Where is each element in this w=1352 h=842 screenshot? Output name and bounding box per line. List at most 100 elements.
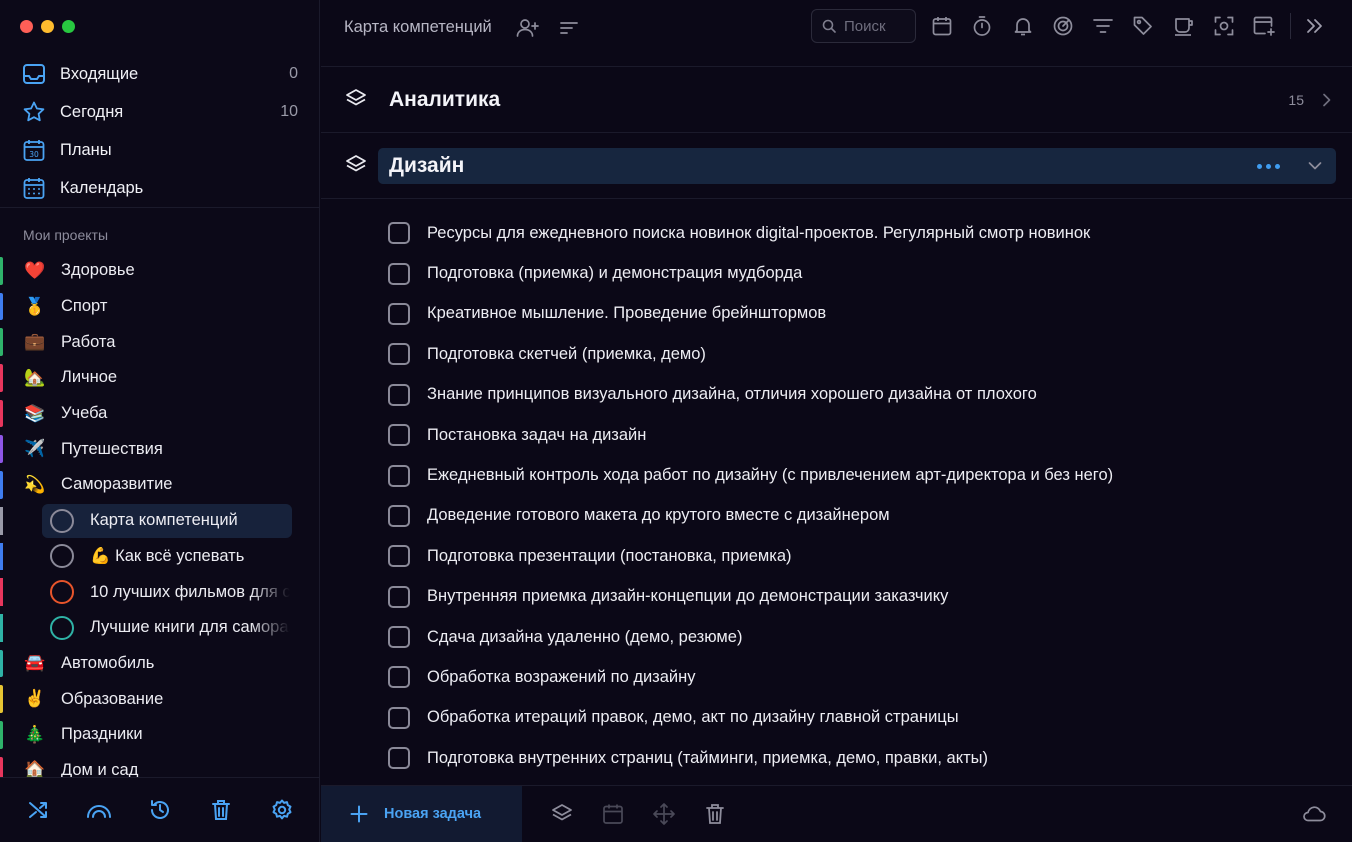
task-checkbox[interactable] [388, 343, 410, 366]
double-chevron-right-icon[interactable] [1302, 14, 1326, 38]
radar-icon[interactable] [1051, 14, 1075, 38]
task-checkbox[interactable] [388, 383, 410, 406]
progress-ring-icon [50, 615, 74, 640]
timer-icon[interactable] [970, 14, 994, 38]
nav-item-plans[interactable]: 30 Планы [0, 131, 320, 169]
history-icon[interactable] [147, 797, 173, 823]
task-checkbox[interactable] [388, 302, 410, 325]
project-item[interactable]: 🥇 Спорт [0, 289, 320, 325]
task-row[interactable]: Креативное мышление. Проведение брейншто… [321, 294, 1352, 334]
coffee-cup-icon[interactable] [1172, 14, 1196, 38]
task-checkbox[interactable] [388, 626, 410, 649]
section-analytics[interactable]: Аналитика 15 [321, 66, 1352, 132]
task-row[interactable]: Ресурсы для ежедневного поиска новинок d… [321, 213, 1352, 253]
calendar-icon[interactable] [930, 14, 954, 38]
project-item[interactable]: 🎄 Праздники [0, 717, 320, 753]
task-title[interactable]: Ежедневный контроль хода работ по дизайн… [427, 466, 1113, 485]
page-title: Карта компетенций [344, 18, 492, 36]
subproject-item[interactable]: Лучшие книги для саморазвития [0, 610, 320, 646]
filter-icon[interactable] [1091, 14, 1115, 38]
subproject-item-active[interactable]: Карта компетенций [0, 503, 320, 539]
chevron-right-icon[interactable] [1322, 93, 1332, 107]
task-title[interactable]: Внутренняя приемка дизайн-концепции до д… [427, 587, 948, 606]
search-box[interactable] [811, 9, 916, 43]
task-row[interactable]: Обработка итераций правок, демо, акт по … [321, 698, 1352, 738]
focus-scan-icon[interactable] [1212, 14, 1236, 38]
settings-gear-icon[interactable] [269, 797, 295, 823]
task-row[interactable]: Обработка возражений по дизайну [321, 657, 1352, 697]
project-item[interactable]: 💫 Саморазвитие [0, 467, 320, 503]
section-header-active[interactable]: Дизайн [378, 148, 1336, 184]
task-checkbox[interactable] [388, 222, 410, 245]
task-checkbox[interactable] [388, 706, 410, 729]
task-title[interactable]: Креативное мышление. Проведение брейншто… [427, 304, 826, 323]
add-user-icon[interactable] [516, 16, 540, 40]
project-item[interactable]: 🏠 Дом и сад [0, 753, 320, 777]
task-row[interactable]: Внутренняя приемка дизайн-концепции до д… [321, 577, 1352, 617]
task-checkbox[interactable] [388, 464, 410, 487]
trash-icon[interactable] [208, 797, 234, 823]
task-title[interactable]: Подготовка презентации (постановка, прие… [427, 547, 792, 566]
section-header[interactable]: Аналитика 15 [378, 82, 1336, 118]
nav-item-inbox[interactable]: Входящие 0 [0, 55, 320, 93]
minimize-window-button[interactable] [41, 20, 54, 33]
project-item[interactable]: 📚 Учеба [0, 396, 320, 432]
project-item[interactable]: 💼 Работа [0, 324, 320, 360]
task-title[interactable]: Сдача дизайна удаленно (демо, резюме) [427, 628, 742, 647]
task-title[interactable]: Обработка итераций правок, демо, акт по … [427, 708, 959, 727]
project-label: Спорт [61, 297, 108, 316]
more-dots-icon[interactable] [1257, 163, 1280, 169]
project-item[interactable]: ✌️ Образование [0, 681, 320, 717]
task-title[interactable]: Подготовка внутренних страниц (тайминги,… [427, 749, 988, 768]
sort-lines-icon[interactable] [557, 16, 581, 40]
task-checkbox[interactable] [388, 545, 410, 568]
task-title[interactable]: Подготовка скетчей (приемка, демо) [427, 345, 706, 364]
task-row[interactable]: Сдача дизайна удаленно (демо, резюме) [321, 617, 1352, 657]
layers-icon[interactable] [550, 802, 574, 826]
zoom-window-button[interactable] [62, 20, 75, 33]
nav-item-today[interactable]: Сегодня 10 [0, 93, 320, 131]
subproject-item[interactable]: 💪 Как всё успевать [0, 539, 320, 575]
cloud-sync-icon[interactable] [1302, 804, 1326, 822]
task-row[interactable]: Постановка задач на дизайн [321, 415, 1352, 455]
task-title[interactable]: Доведение готового макета до крутого вме… [427, 506, 890, 525]
move-arrows-icon[interactable] [652, 802, 676, 826]
shuffle-icon[interactable] [25, 797, 51, 823]
bell-icon[interactable] [1011, 14, 1035, 38]
task-row[interactable]: Ежедневный контроль хода работ по дизайн… [321, 455, 1352, 495]
tag-icon[interactable] [1131, 14, 1155, 38]
task-row[interactable]: Подготовка презентации (постановка, прие… [321, 536, 1352, 576]
task-checkbox[interactable] [388, 424, 410, 447]
task-title[interactable]: Ресурсы для ежедневного поиска новинок d… [427, 224, 1090, 243]
search-input[interactable] [844, 17, 914, 35]
section-design[interactable]: Дизайн [321, 132, 1352, 198]
task-checkbox[interactable] [388, 666, 410, 689]
task-title[interactable]: Постановка задач на дизайн [427, 426, 646, 445]
project-item[interactable]: 🏡 Личное [0, 360, 320, 396]
calendar-icon[interactable] [601, 802, 625, 826]
task-title[interactable]: Подготовка (приемка) и демонстрация мудб… [427, 264, 802, 283]
task-checkbox[interactable] [388, 504, 410, 527]
search-icon [822, 19, 836, 33]
new-task-button[interactable]: Новая задача [321, 786, 522, 842]
task-row[interactable]: Доведение готового макета до крутого вме… [321, 496, 1352, 536]
task-row[interactable]: Подготовка (приемка) и демонстрация мудб… [321, 253, 1352, 293]
task-checkbox[interactable] [388, 747, 410, 770]
project-item[interactable]: 🚘 Автомобиль [0, 646, 320, 682]
task-title[interactable]: Знание принципов визуального дизайна, от… [427, 385, 1037, 404]
trash-icon[interactable] [703, 802, 727, 826]
add-window-icon[interactable] [1252, 14, 1276, 38]
task-row[interactable]: Подготовка внутренних страниц (тайминги,… [321, 738, 1352, 778]
close-window-button[interactable] [20, 20, 33, 33]
task-checkbox[interactable] [388, 262, 410, 285]
rainbow-icon[interactable] [86, 797, 112, 823]
chevron-down-icon[interactable] [1308, 161, 1322, 171]
task-title[interactable]: Обработка возражений по дизайну [427, 668, 696, 687]
nav-item-calendar[interactable]: Календарь [0, 169, 320, 207]
subproject-item[interactable]: 10 лучших фильмов для саморазвития [0, 574, 320, 610]
task-checkbox[interactable] [388, 585, 410, 608]
project-item[interactable]: ✈️ Путешествия [0, 431, 320, 467]
task-row[interactable]: Подготовка скетчей (приемка, демо) [321, 334, 1352, 374]
project-item[interactable]: ❤️ Здоровье [0, 253, 320, 289]
task-row[interactable]: Знание принципов визуального дизайна, от… [321, 375, 1352, 415]
